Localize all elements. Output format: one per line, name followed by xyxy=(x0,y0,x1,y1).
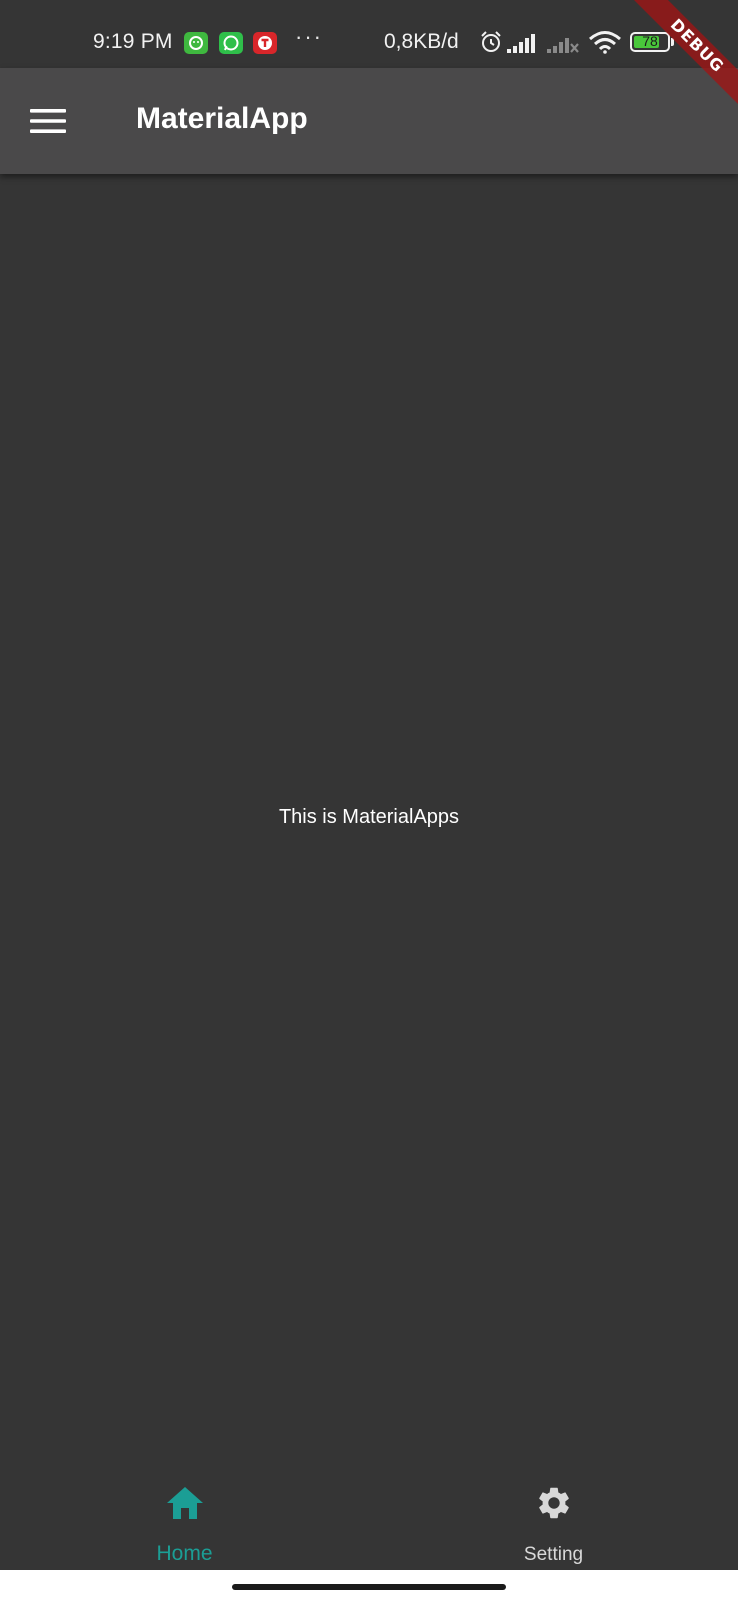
nav-item-label: Home xyxy=(156,1542,213,1565)
telkomsel-app-icon xyxy=(253,32,277,54)
body-message: This is MaterialApps xyxy=(278,806,460,828)
nav-item-label: Setting xyxy=(523,1544,584,1565)
system-navigation-bar xyxy=(0,1570,738,1600)
status-time: 9:19 PM xyxy=(93,30,173,53)
wifi-icon xyxy=(589,31,621,54)
game-app-icon xyxy=(184,32,208,54)
hamburger-menu-icon xyxy=(30,109,66,133)
battery-icon: 78 xyxy=(630,32,670,52)
menu-button[interactable] xyxy=(22,95,74,147)
whatsapp-icon xyxy=(219,32,243,54)
settings-gear-icon xyxy=(538,1487,569,1519)
app-screen: 9:19 PM ··· 0,8KB/d 78 DEBUG MaterialApp… xyxy=(0,0,738,1600)
app-bar: MaterialApp xyxy=(0,68,738,174)
status-bar: 9:19 PM ··· 0,8KB/d 78 xyxy=(0,0,738,68)
network-speed: 0,8KB/d xyxy=(384,30,459,53)
home-gesture-indicator[interactable] xyxy=(232,1584,506,1590)
battery-tip xyxy=(671,38,674,46)
nav-item-setting[interactable]: Setting xyxy=(369,1466,738,1570)
nav-item-home[interactable]: Home xyxy=(0,1466,369,1570)
signal-no-service-icon xyxy=(547,38,579,53)
battery-level-text: 78 xyxy=(642,33,658,49)
page-title: MaterialApp xyxy=(136,102,308,135)
alarm-icon xyxy=(481,31,501,52)
more-notifications-icon: ··· xyxy=(295,24,323,49)
signal-strength-icon xyxy=(507,34,535,53)
home-icon xyxy=(166,1487,203,1519)
bottom-navigation-bar: Home Setting xyxy=(0,1466,738,1570)
